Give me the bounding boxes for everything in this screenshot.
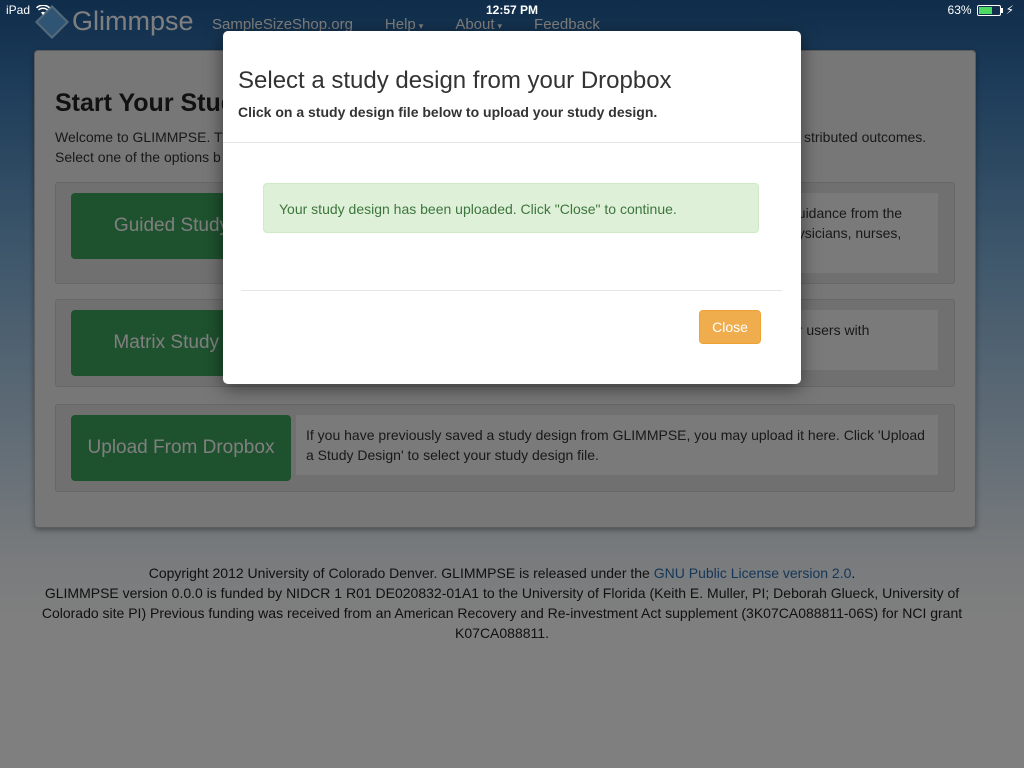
modal-subtitle: Click on a study design file below to up… [238,104,658,120]
battery-icon [976,4,1003,16]
modal-divider [223,142,801,143]
modal-footer-divider [241,290,782,291]
battery-percent: 63% [947,3,972,17]
modal-title: Select a study design from your Dropbox [238,67,672,94]
success-alert: Your study design has been uploaded. Cli… [263,183,759,233]
status-time: 12:57 PM [485,3,539,17]
dropbox-modal: Select a study design from your Dropbox … [223,31,801,384]
status-right: 63% ⚡︎ [948,3,1014,17]
close-button[interactable]: Close [699,310,761,344]
status-bar: iPad 12:57 PM 63% ⚡︎ [0,0,1024,20]
charging-icon: ⚡︎ [1005,3,1014,17]
